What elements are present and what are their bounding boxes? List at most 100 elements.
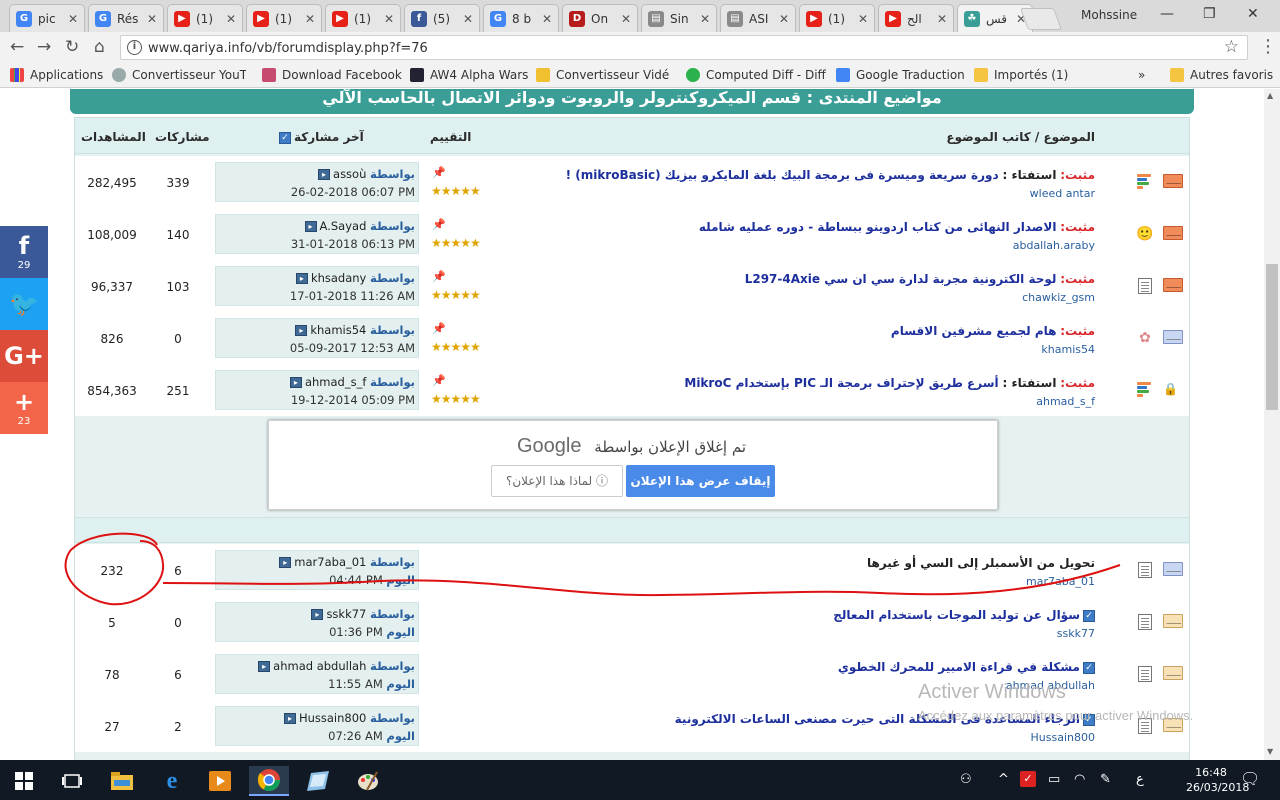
last-post-user-link[interactable]: mar7aba_01 bbox=[294, 555, 366, 569]
go-to-last-post-icon[interactable]: ▸ bbox=[289, 377, 302, 388]
browser-tab[interactable]: ▤ ASI ✕ bbox=[720, 4, 796, 32]
thread-author-link[interactable]: Hussain800 bbox=[1031, 731, 1095, 744]
site-info-icon[interactable]: i bbox=[127, 40, 142, 55]
tray-expand-icon[interactable]: ^ bbox=[998, 772, 1009, 787]
replies-count[interactable]: 339 bbox=[149, 176, 207, 190]
bookmarks-overflow-button[interactable]: » bbox=[1138, 68, 1145, 82]
browser-tab[interactable]: ▶ الح ✕ bbox=[878, 4, 954, 32]
menu-dots-icon[interactable]: ⋮ bbox=[1259, 36, 1277, 57]
go-to-last-post-icon[interactable]: ▸ bbox=[258, 661, 271, 672]
browser-tab[interactable]: ▶ (1) ✕ bbox=[799, 4, 875, 32]
browser-tab[interactable]: G Rés ✕ bbox=[88, 4, 164, 32]
url-text[interactable]: www.qariya.info/vb/forumdisplay.php?f=76 bbox=[148, 41, 428, 56]
thread-title-link[interactable]: هام لجميع مشرفين الاقسام bbox=[891, 324, 1057, 338]
last-post-user-link[interactable]: khamis54 bbox=[310, 323, 366, 337]
last-post-user-link[interactable]: assoù bbox=[333, 167, 366, 181]
browser-tab[interactable]: f (5) ✕ bbox=[404, 4, 480, 32]
last-post-user-link[interactable]: khsadany bbox=[311, 271, 366, 285]
language-indicator[interactable]: ع bbox=[1136, 772, 1144, 787]
last-post-user-link[interactable]: A.Sayad bbox=[320, 219, 367, 233]
thread-title-link[interactable]: الاصدار النهائى من كتاب اردوينو ببساطة -… bbox=[699, 220, 1057, 234]
bookmark-google-translate[interactable]: Google Traduction bbox=[836, 68, 965, 82]
forward-icon[interactable]: → bbox=[37, 37, 51, 57]
browser-tab[interactable]: ▶ (1) ✕ bbox=[325, 4, 401, 32]
browser-tab[interactable]: G 8 b ✕ bbox=[483, 4, 559, 32]
task-view-icon[interactable] bbox=[52, 766, 92, 796]
reload-icon[interactable]: ↻ bbox=[65, 37, 79, 57]
thread-title-link[interactable]: تحويل من الأسمبلر إلى السي أو غيرها bbox=[867, 556, 1095, 570]
thread-title-link[interactable]: سؤال عن توليد الموجات باستخدام المعالج bbox=[833, 608, 1080, 622]
close-tab-icon[interactable]: ✕ bbox=[147, 12, 157, 26]
back-icon[interactable]: ← bbox=[10, 37, 24, 57]
close-tab-icon[interactable]: ✕ bbox=[937, 12, 947, 26]
go-to-last-post-icon[interactable]: ▸ bbox=[318, 169, 331, 180]
thread-author-link[interactable]: ahmad_s_f bbox=[1036, 395, 1095, 408]
close-tab-icon[interactable]: ✕ bbox=[384, 12, 394, 26]
edge-browser-icon[interactable]: e bbox=[152, 766, 192, 796]
col-replies[interactable]: مشاركات bbox=[155, 130, 210, 144]
close-tab-icon[interactable]: ✕ bbox=[858, 12, 868, 26]
profile-name[interactable]: Mohssine bbox=[1081, 8, 1137, 22]
bookmark-folder-other[interactable]: Autres favoris bbox=[1170, 68, 1273, 82]
close-window-icon[interactable]: ✕ bbox=[1247, 6, 1259, 22]
close-tab-icon[interactable]: ✕ bbox=[463, 12, 473, 26]
bookmark-youtube-converter[interactable]: Convertisseur YouTub bbox=[112, 68, 246, 82]
thread-title-link[interactable]: دورة سريعة وميسرة فى برمجة البيك بلغة ال… bbox=[566, 168, 999, 182]
close-tab-icon[interactable]: ✕ bbox=[542, 12, 552, 26]
bookmark-star-icon[interactable]: ☆ bbox=[1224, 37, 1239, 57]
go-to-last-post-icon[interactable]: ▸ bbox=[311, 609, 324, 620]
thread-title-link[interactable]: لوحة الكترونية مجربة لدارة سي ان سي L297… bbox=[745, 272, 1057, 286]
thread-title-link[interactable]: مشكلة في قراءة الامبير للمحرك الخطوي bbox=[838, 660, 1080, 674]
close-tab-icon[interactable]: ✕ bbox=[68, 12, 78, 26]
bookmark-video-converter[interactable]: Convertisseur Vidéo bbox=[536, 68, 670, 82]
notebook-app-icon[interactable] bbox=[298, 766, 338, 796]
thread-author-link[interactable]: mar7aba_01 bbox=[1026, 575, 1095, 588]
people-icon[interactable]: ⚇ bbox=[960, 772, 972, 787]
replies-count[interactable]: 251 bbox=[149, 384, 207, 398]
go-to-last-post-icon[interactable]: ▸ bbox=[295, 325, 308, 336]
close-tab-icon[interactable]: ✕ bbox=[779, 12, 789, 26]
notifications-icon[interactable]: 🗨 bbox=[1240, 769, 1260, 788]
scroll-thumb[interactable] bbox=[1266, 264, 1278, 410]
replies-count[interactable]: 103 bbox=[149, 280, 207, 294]
go-to-last-post-icon[interactable]: ▸ bbox=[304, 221, 317, 232]
replies-count[interactable]: 140 bbox=[149, 228, 207, 242]
last-post-user-link[interactable]: ahmad_s_f bbox=[305, 375, 366, 389]
social-google-plus-button[interactable]: G+ bbox=[0, 330, 48, 382]
stop-ad-button[interactable]: إيقاف عرض هذا الإعلان bbox=[626, 465, 775, 497]
chrome-icon[interactable] bbox=[249, 766, 289, 796]
last-post-user-link[interactable]: ahmad abdullah bbox=[273, 659, 366, 673]
system-clock[interactable]: 16:48 26/03/2018 bbox=[1186, 765, 1249, 795]
thread-author-link[interactable]: khamis54 bbox=[1041, 343, 1095, 356]
bookmark-folder-imported[interactable]: Importés (1) bbox=[974, 68, 1068, 82]
close-tab-icon[interactable]: ✕ bbox=[700, 12, 710, 26]
col-rating[interactable]: التقييم bbox=[430, 130, 471, 144]
go-to-last-post-icon[interactable]: ▸ bbox=[283, 713, 296, 724]
go-to-last-post-icon[interactable]: ▸ bbox=[279, 557, 292, 568]
address-bar[interactable]: i www.qariya.info/vb/forumdisplay.php?f=… bbox=[120, 35, 1248, 60]
close-tab-icon[interactable]: ✕ bbox=[226, 12, 236, 26]
file-explorer-icon[interactable] bbox=[102, 766, 142, 796]
close-tab-icon[interactable]: ✕ bbox=[621, 12, 631, 26]
pen-icon[interactable]: ✎ bbox=[1100, 772, 1111, 787]
paint-app-icon[interactable] bbox=[348, 766, 388, 796]
browser-tab[interactable]: Gpic ✕ bbox=[9, 4, 85, 32]
replies-count[interactable]: 2 bbox=[149, 720, 207, 734]
new-tab-button[interactable] bbox=[1019, 8, 1063, 30]
page-scrollbar[interactable]: ▲ ▼ bbox=[1264, 89, 1280, 760]
bookmark-aw4[interactable]: AW4 Alpha Wars bbox=[410, 68, 528, 82]
replies-count[interactable]: 6 bbox=[149, 564, 207, 578]
minimize-icon[interactable]: — bbox=[1160, 6, 1174, 22]
go-to-last-post-icon[interactable]: ▸ bbox=[295, 273, 308, 284]
why-this-ad-button[interactable]: لماذا هذا الإعلان؟ ⓘ bbox=[491, 465, 623, 497]
bookmark-computed-diff[interactable]: Computed Diff - Diff bbox=[686, 68, 826, 82]
last-post-user-link[interactable]: sskk77 bbox=[326, 607, 366, 621]
thread-author-link[interactable]: chawkiz_gsm bbox=[1022, 291, 1095, 304]
bookmark-download-facebook[interactable]: Download Facebook bbox=[262, 68, 402, 82]
browser-tab[interactable]: ▤ Sin ✕ bbox=[641, 4, 717, 32]
network-icon[interactable]: ◠ bbox=[1074, 772, 1085, 787]
replies-count[interactable]: 6 bbox=[149, 668, 207, 682]
scroll-up-icon[interactable]: ▲ bbox=[1267, 91, 1273, 100]
social-share-plus-button[interactable]: +23 bbox=[0, 382, 48, 434]
windows-start-icon[interactable] bbox=[4, 766, 44, 796]
